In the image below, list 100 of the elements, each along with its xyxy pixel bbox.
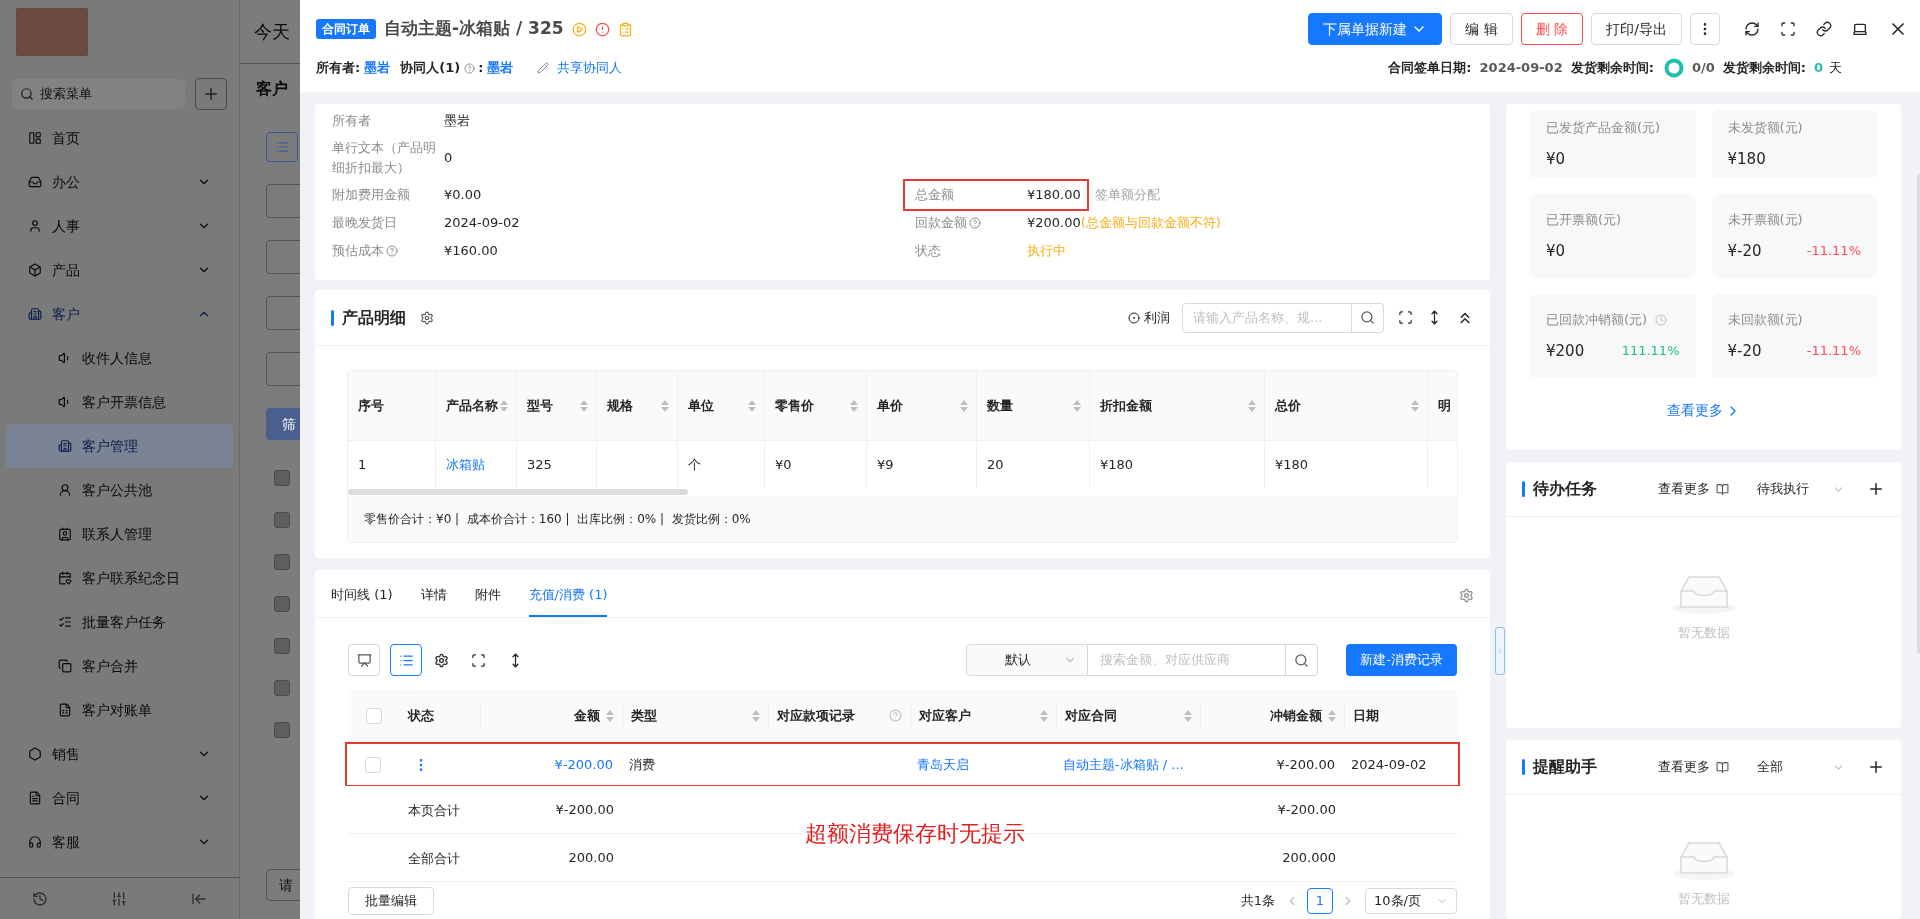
column-header[interactable]: 冲销金额: [1200, 702, 1344, 729]
filter-select[interactable]: 待我执行: [1757, 479, 1845, 499]
fullscreen-icon[interactable]: [471, 652, 486, 668]
page-size-select[interactable]: 10条/页: [1365, 888, 1457, 914]
sort-icon[interactable]: [752, 709, 760, 722]
sort-icon[interactable]: [1073, 399, 1081, 412]
column-header[interactable]: 状态: [400, 702, 480, 729]
submenu-item[interactable]: 收件人信息: [6, 336, 233, 380]
sort-icon[interactable]: [1248, 399, 1256, 412]
tab[interactable]: 附件: [474, 575, 501, 617]
search-field[interactable]: 搜索菜单: [12, 79, 185, 109]
collaborator-link[interactable]: 墨岩: [487, 58, 514, 78]
settings-icon[interactable]: [420, 310, 434, 325]
checkbox[interactable]: [274, 680, 290, 696]
sort-icon[interactable]: [606, 709, 614, 722]
sort-icon[interactable]: [960, 399, 968, 412]
submenu-item[interactable]: 客户合并: [6, 644, 233, 688]
menu-item[interactable]: 首页: [0, 116, 239, 160]
sort-icon[interactable]: [1411, 399, 1419, 412]
sort-icon[interactable]: [661, 399, 669, 412]
alert-icon[interactable]: [594, 21, 610, 37]
horizontal-scrollbar[interactable]: [348, 489, 688, 495]
tab[interactable]: 充值/消费 (1): [528, 575, 608, 617]
checkbox[interactable]: [274, 596, 290, 612]
column-header[interactable]: 对应客户: [910, 702, 1056, 729]
submenu-item[interactable]: 客户联系纪念日: [6, 556, 233, 600]
menu-item[interactable]: 客服: [0, 820, 239, 864]
play-circle-icon[interactable]: [571, 21, 587, 37]
checkbox[interactable]: [274, 638, 290, 654]
filter-button[interactable]: 筛: [266, 408, 300, 440]
column-header[interactable]: 型号: [516, 371, 596, 440]
batch-edit-button[interactable]: 批量编辑: [348, 887, 434, 915]
product-link[interactable]: 冰箱贴: [446, 454, 485, 475]
help-icon[interactable]: [464, 62, 476, 74]
create-button[interactable]: 新建-消费记录: [1346, 644, 1457, 676]
search-button[interactable]: [1286, 644, 1319, 676]
column-header[interactable]: 单价: [866, 371, 976, 440]
sort-icon[interactable]: [1328, 709, 1336, 722]
menu-item[interactable]: 销售: [0, 732, 239, 776]
help-icon[interactable]: [386, 245, 398, 257]
menu-item[interactable]: 客户: [0, 292, 239, 336]
filter-select[interactable]: 全部: [1757, 757, 1845, 777]
plus-icon[interactable]: [1867, 480, 1885, 498]
submenu-item[interactable]: 联系人管理: [6, 512, 233, 556]
submenu-item[interactable]: 客户开票信息: [6, 380, 233, 424]
menu-item[interactable]: 产品: [0, 248, 239, 292]
column-header[interactable]: 产品名称: [435, 371, 516, 440]
menu-item[interactable]: 办公: [0, 160, 239, 204]
column-header[interactable]: 对应款项记录: [768, 702, 910, 729]
column-header[interactable]: 单位: [677, 371, 764, 440]
view-more-link[interactable]: 查看更多: [1658, 757, 1710, 777]
view-more-link[interactable]: 查看更多: [1658, 479, 1710, 499]
filter-select[interactable]: 默认: [966, 644, 1089, 676]
column-header[interactable]: 金额: [480, 702, 622, 729]
tab[interactable]: 详情: [420, 575, 447, 617]
action-button[interactable]: 编 辑: [1450, 13, 1513, 45]
fullscreen-icon[interactable]: [1780, 21, 1796, 37]
sort-icon[interactable]: [500, 399, 508, 412]
share-link[interactable]: 共享协同人: [557, 58, 623, 78]
action-button[interactable]: 打印/导出: [1591, 13, 1682, 45]
view-more-link[interactable]: 查看更多: [1666, 400, 1741, 421]
plus-icon[interactable]: [1867, 758, 1885, 776]
column-header[interactable]: 类型: [622, 702, 768, 729]
column-header[interactable]: 日期: [1344, 702, 1457, 729]
sort-icon[interactable]: [580, 399, 588, 412]
owner-link[interactable]: 墨岩: [364, 58, 391, 78]
column-header[interactable]: 数量: [976, 371, 1089, 440]
action-button[interactable]: 下属单据新建: [1308, 13, 1443, 45]
action-button[interactable]: 删 除: [1520, 13, 1584, 45]
collapse-handle[interactable]: [1495, 627, 1505, 675]
record-link[interactable]: 青岛天启: [917, 754, 969, 775]
record-link[interactable]: 自动主题-冰箱贴 / ...: [1063, 754, 1184, 775]
menu-item[interactable]: 人事: [0, 204, 239, 248]
refresh-icon[interactable]: [1744, 21, 1760, 37]
column-header[interactable]: 对应合同: [1056, 702, 1200, 729]
menu-item[interactable]: 合同: [0, 776, 239, 820]
add-button[interactable]: [195, 78, 227, 110]
help-icon[interactable]: [969, 217, 981, 229]
checkbox[interactable]: [274, 722, 290, 738]
sort-icon[interactable]: [1040, 709, 1048, 722]
settings-icon[interactable]: [434, 652, 449, 668]
view-toggle[interactable]: [390, 644, 422, 676]
sliders-icon[interactable]: [111, 890, 128, 907]
fullscreen-icon[interactable]: [1398, 310, 1413, 325]
column-header[interactable]: 总价: [1264, 371, 1427, 440]
column-header[interactable]: 零售价: [764, 371, 866, 440]
submenu-item[interactable]: 客户公共池: [6, 468, 233, 512]
sort-icon[interactable]: [1184, 709, 1192, 722]
checkbox[interactable]: [274, 512, 290, 528]
radio-icon[interactable]: [1128, 311, 1140, 324]
sort-icon[interactable]: [850, 399, 858, 412]
more-button[interactable]: [1690, 13, 1720, 45]
laptop-icon[interactable]: [1852, 21, 1868, 37]
checkbox[interactable]: [274, 470, 290, 486]
history-icon[interactable]: [31, 890, 48, 907]
clock-icon[interactable]: [1655, 313, 1668, 326]
column-header[interactable]: 明: [1427, 371, 1457, 440]
submenu-item[interactable]: 客户对账单: [6, 688, 233, 732]
link-icon[interactable]: [1816, 21, 1832, 37]
column-header[interactable]: 折扣金额: [1089, 371, 1264, 440]
